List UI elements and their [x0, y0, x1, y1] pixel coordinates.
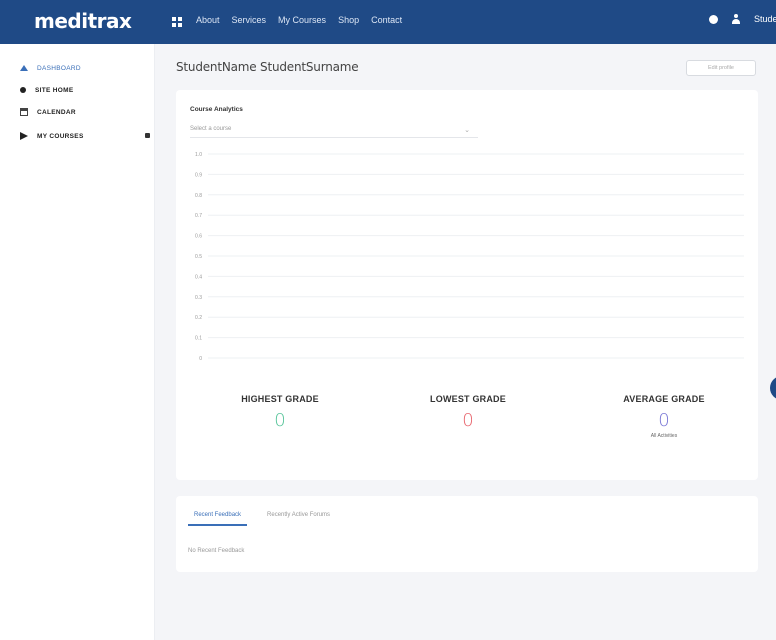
sidebar-item-label: MY COURSES	[37, 132, 84, 140]
sidebar-item-dashboard[interactable]: DASHBOARD	[20, 60, 150, 76]
highest-grade-value: 0	[274, 410, 286, 431]
course-analytics-card: Course Analytics Select a course ⌄ 0 0.1 0…	[176, 90, 758, 480]
y-tick-label: 0	[199, 356, 202, 362]
sidebar-item-my-courses[interactable]: MY COURSES	[20, 128, 150, 144]
y-tick-label: 0.2	[195, 315, 202, 321]
user-icon[interactable]	[732, 14, 740, 24]
top-navbar: meditrax About Services My Courses Shop …	[0, 0, 776, 44]
average-grade-note: All Activities	[650, 433, 678, 439]
chat-bubble-icon[interactable]	[770, 376, 776, 400]
feedback-card: Recent Feedback Recently Active Forums N…	[176, 496, 758, 572]
feedback-empty-text: No Recent Feedback	[188, 548, 245, 554]
dot-icon	[20, 87, 26, 93]
y-tick-label: 0.7	[195, 213, 202, 219]
highest-grade-label: HIGHEST GRADE	[241, 394, 319, 404]
chart-svg: 0 0.1 0.2 0.3 0.4 0.5 0.6 0.7 0.8 0.9 1.0	[195, 152, 744, 362]
lowest-grade-label: LOWEST GRADE	[430, 394, 506, 404]
nav-link-contact[interactable]: Contact	[371, 15, 402, 25]
sidebar-item-calendar[interactable]: CALENDAR	[20, 104, 150, 120]
y-tick-label: 0.1	[195, 336, 202, 342]
edit-profile-button[interactable]: Edit profile	[686, 60, 756, 76]
course-select[interactable]: Select a course ⌄	[190, 122, 478, 138]
calendar-icon	[20, 108, 28, 116]
grid-icon[interactable]	[172, 17, 182, 27]
sidebar-item-label: CALENDAR	[37, 108, 76, 116]
y-tick-label: 1.0	[195, 152, 202, 158]
page-title: StudentName StudentSurname	[176, 60, 359, 74]
nav-links: About Services My Courses Shop Contact	[196, 15, 402, 25]
nav-link-my-courses[interactable]: My Courses	[278, 15, 326, 25]
tab-recently-active-forums[interactable]: Recently Active Forums	[261, 512, 336, 526]
graduation-cap-icon	[20, 132, 28, 140]
user-name[interactable]: Stude	[754, 14, 776, 24]
chevron-down-icon: ⌄	[464, 127, 470, 134]
card-heading: Course Analytics	[190, 106, 243, 113]
highest-grade: HIGHEST GRADE 0	[210, 394, 350, 431]
sidebar-item-site-home[interactable]: SITE HOME	[20, 82, 150, 98]
average-grade-label: AVERAGE GRADE	[623, 394, 705, 404]
grade-chart: 0 0.1 0.2 0.3 0.4 0.5 0.6 0.7 0.8 0.9 1.0	[184, 148, 750, 370]
y-tick-label: 0.5	[195, 254, 202, 260]
bell-icon[interactable]	[709, 14, 718, 24]
lowest-grade: LOWEST GRADE 0	[398, 394, 538, 431]
average-grade-value: 0	[658, 410, 670, 431]
nav-link-about[interactable]: About	[196, 15, 220, 25]
nav-link-shop[interactable]: Shop	[338, 15, 359, 25]
y-tick-label: 0.8	[195, 193, 202, 199]
y-tick-label: 0.6	[195, 234, 202, 240]
y-tick-label: 0.9	[195, 172, 202, 178]
course-select-placeholder: Select a course	[190, 126, 232, 132]
lowest-grade-value: 0	[462, 410, 474, 431]
y-tick-label: 0.4	[195, 274, 202, 280]
home-icon	[20, 65, 28, 71]
sidebar-item-label: SITE HOME	[35, 86, 74, 94]
sidebar: DASHBOARD SITE HOME CALENDAR MY COURSES	[0, 44, 155, 640]
user-area: Stude	[709, 14, 776, 24]
y-tick-label: 0.3	[195, 295, 202, 301]
site-logo[interactable]: meditrax	[34, 9, 132, 33]
feedback-tabs: Recent Feedback Recently Active Forums	[188, 512, 336, 526]
sidebar-item-label: DASHBOARD	[37, 64, 81, 72]
nav-link-services[interactable]: Services	[232, 15, 267, 25]
expand-icon[interactable]	[145, 133, 150, 138]
tab-recent-feedback[interactable]: Recent Feedback	[188, 512, 248, 526]
average-grade: AVERAGE GRADE 0 All Activities	[594, 394, 734, 439]
